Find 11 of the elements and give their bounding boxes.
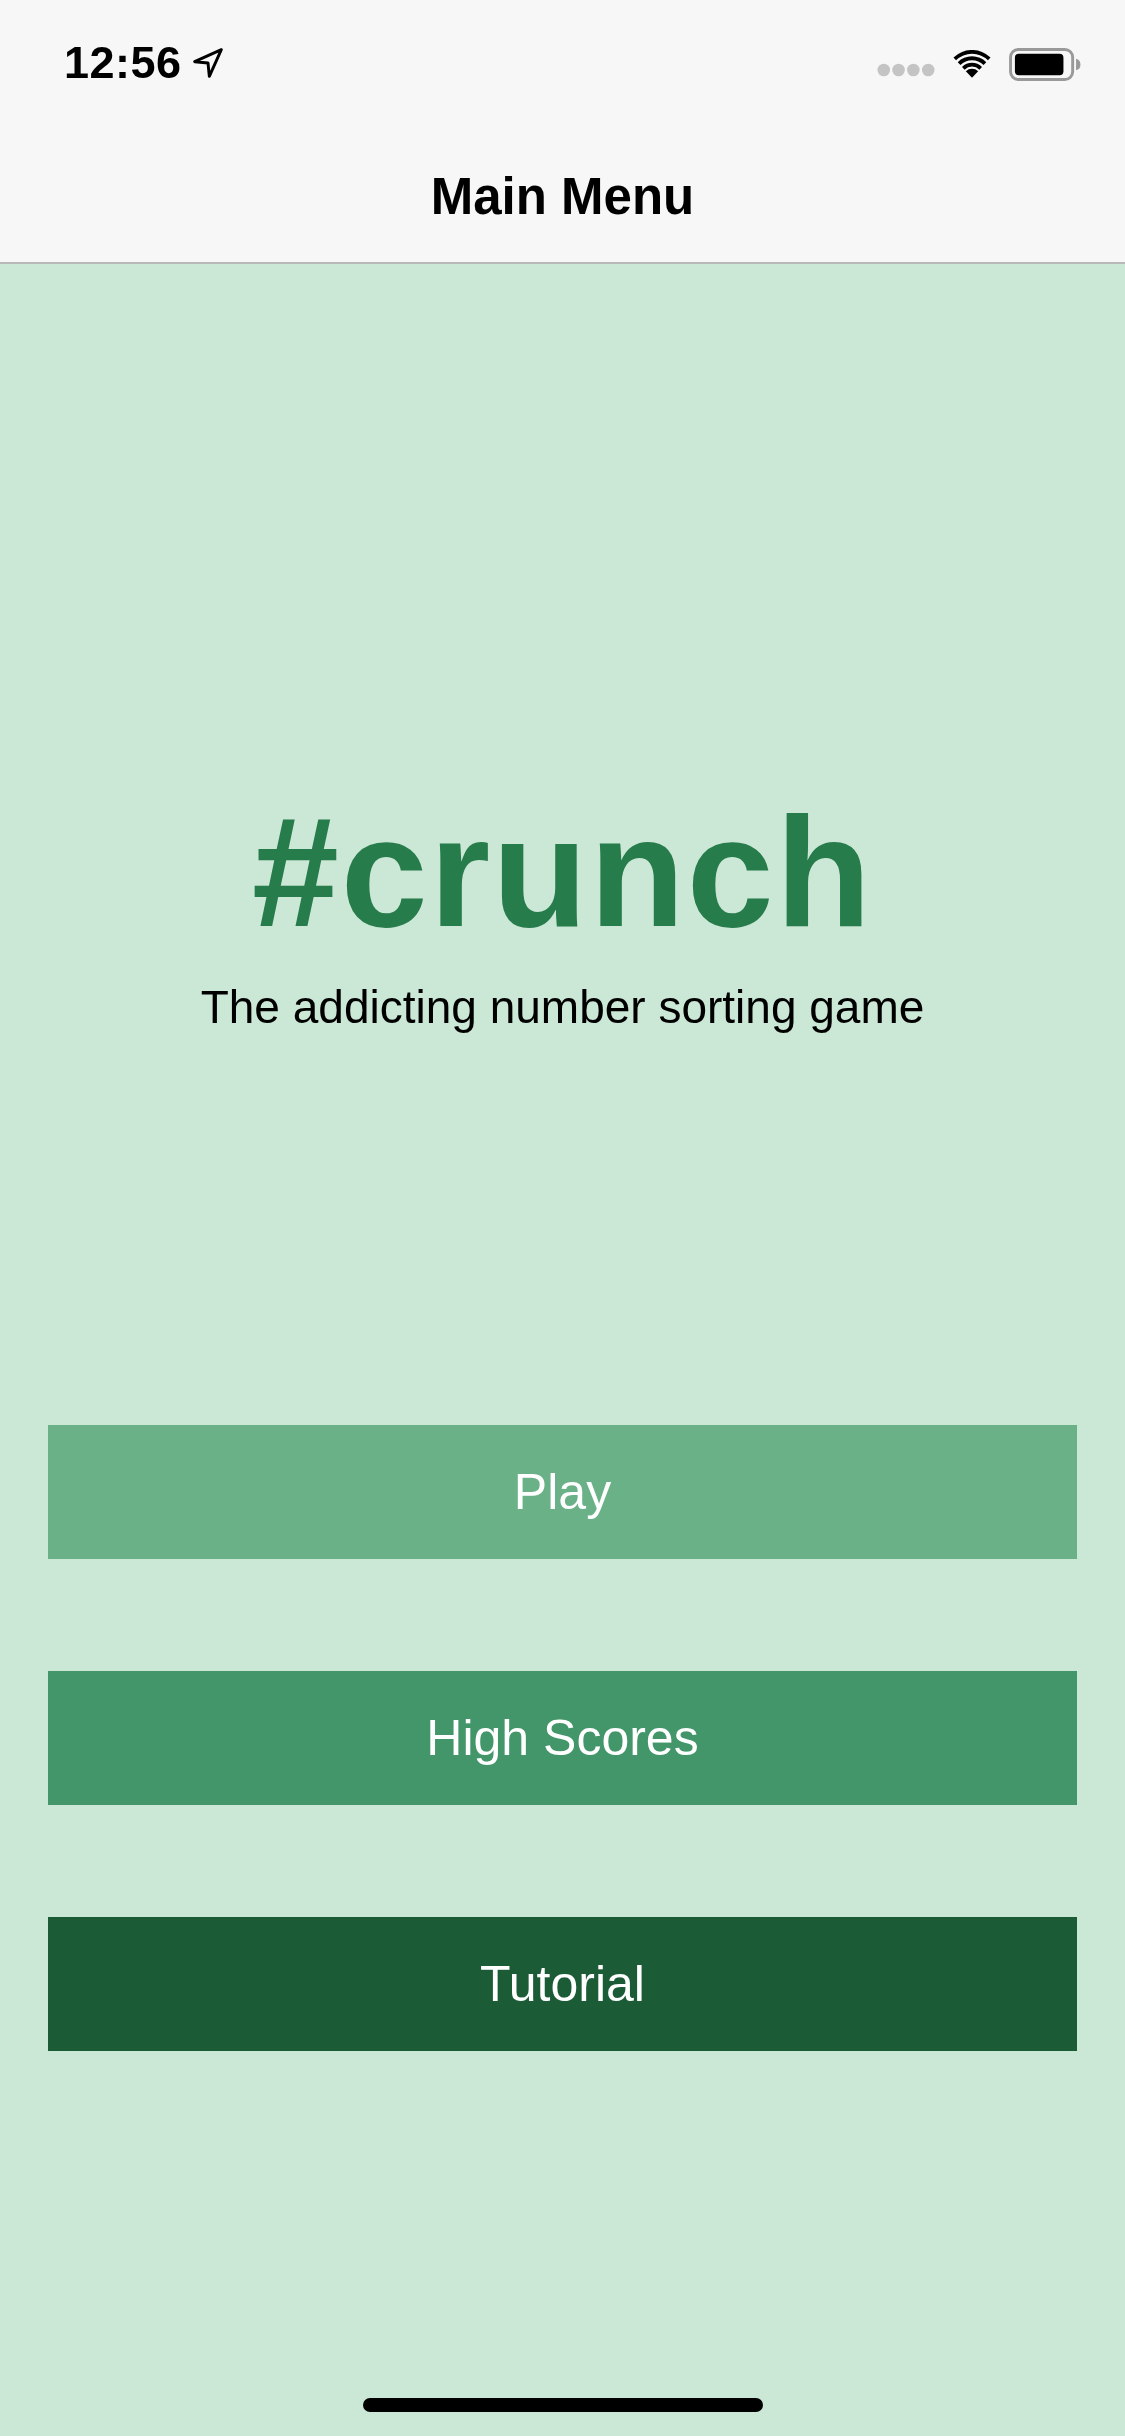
- status-time: 12:56: [64, 37, 182, 89]
- nav-title: Main Menu: [430, 166, 695, 226]
- menu-button[interactable]: High Scores: [48, 1671, 1077, 1806]
- menu-button[interactable]: Play: [48, 1425, 1077, 1560]
- wifi-icon: [953, 49, 991, 79]
- app-subtitle: The addicting number sorting game: [200, 980, 925, 1035]
- battery-icon: [1009, 47, 1081, 81]
- menu-button[interactable]: Tutorial: [48, 1917, 1077, 2052]
- signal-icon: [877, 63, 935, 77]
- app-title: #crunch: [252, 794, 873, 950]
- location-arrow-icon: [191, 47, 224, 79]
